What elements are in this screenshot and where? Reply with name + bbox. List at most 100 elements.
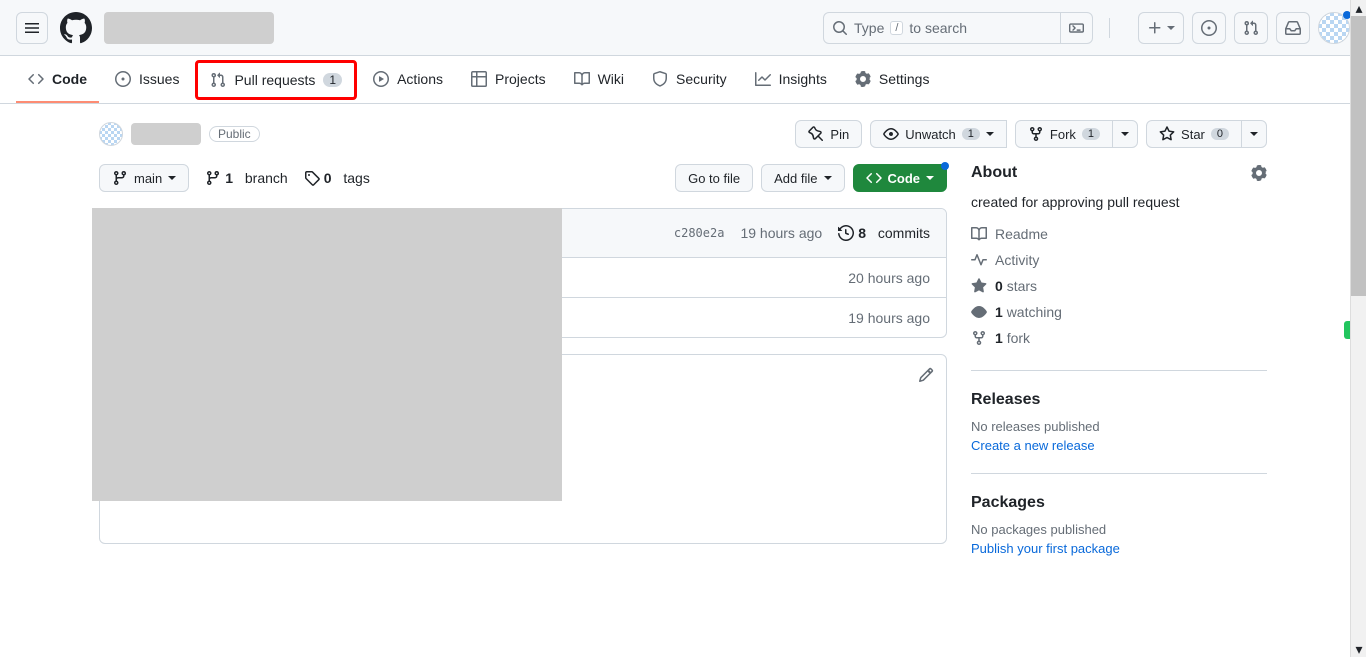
repo-forked-icon bbox=[971, 330, 987, 346]
gear-icon bbox=[855, 71, 871, 87]
tab-pull-requests[interactable]: Pull requests 1 bbox=[195, 60, 357, 100]
git-branch-icon bbox=[205, 170, 221, 186]
star-icon bbox=[971, 278, 987, 294]
search-key-hint: / bbox=[890, 21, 903, 35]
branch-select-button[interactable]: main bbox=[99, 164, 189, 192]
graph-icon bbox=[755, 71, 771, 87]
tag-icon bbox=[304, 170, 320, 186]
search-icon bbox=[832, 20, 848, 36]
repository-nav: Code Issues Pull requests 1 Actions Proj… bbox=[0, 56, 1366, 104]
owner-avatar[interactable] bbox=[99, 122, 123, 146]
forks-link[interactable]: 1 fork bbox=[971, 330, 1267, 346]
tags-link[interactable]: 0 tags bbox=[304, 170, 370, 186]
global-header: Type / to search bbox=[0, 0, 1366, 56]
git-pull-request-icon bbox=[1243, 20, 1259, 36]
issue-opened-icon bbox=[1201, 20, 1217, 36]
branches-link[interactable]: 1 branch bbox=[205, 170, 288, 186]
hamburger-icon bbox=[24, 20, 40, 36]
packages-section: Packages No packages published Publish y… bbox=[971, 473, 1267, 576]
caret-down-icon bbox=[926, 176, 934, 180]
commit-sha[interactable]: c280e2a bbox=[674, 226, 725, 240]
pull-requests-count: 1 bbox=[323, 73, 342, 87]
caret-down-icon bbox=[1250, 132, 1258, 136]
scroll-up-icon[interactable]: ▴ bbox=[1351, 0, 1366, 16]
user-avatar[interactable] bbox=[1318, 12, 1350, 44]
tab-settings[interactable]: Settings bbox=[843, 56, 942, 103]
tab-projects[interactable]: Projects bbox=[459, 56, 558, 103]
scrollbar[interactable]: ▴ ▾ bbox=[1350, 0, 1366, 657]
tab-wiki[interactable]: Wiki bbox=[562, 56, 636, 103]
repo-context-placeholder bbox=[104, 12, 274, 44]
readme-link[interactable]: Readme bbox=[971, 226, 1267, 242]
unwatch-button[interactable]: Unwatch 1 bbox=[870, 120, 1007, 148]
tab-issues[interactable]: Issues bbox=[103, 56, 191, 103]
scroll-thumb[interactable] bbox=[1351, 16, 1366, 296]
visibility-badge: Public bbox=[209, 126, 260, 142]
table-icon bbox=[471, 71, 487, 87]
play-icon bbox=[373, 71, 389, 87]
search-suffix: to search bbox=[909, 20, 967, 36]
command-palette-icon[interactable] bbox=[1060, 13, 1092, 43]
search-prefix: Type bbox=[854, 20, 884, 36]
github-logo-icon[interactable] bbox=[60, 12, 92, 44]
tab-code[interactable]: Code bbox=[16, 56, 99, 103]
create-release-link[interactable]: Create a new release bbox=[971, 438, 1267, 453]
fork-button[interactable]: Fork 1 bbox=[1015, 120, 1113, 148]
pin-button[interactable]: Pin bbox=[795, 120, 862, 148]
nav-menu-button[interactable] bbox=[16, 12, 48, 44]
git-branch-icon bbox=[112, 170, 128, 186]
redacted-overlay bbox=[92, 208, 562, 501]
book-icon bbox=[971, 226, 987, 242]
code-toolbar: main 1 branch 0 tags Go to file Add file bbox=[99, 164, 947, 192]
commit-time[interactable]: 19 hours ago bbox=[740, 225, 822, 241]
caret-down-icon bbox=[1121, 132, 1129, 136]
releases-section: Releases No releases published Create a … bbox=[971, 370, 1267, 473]
add-file-button[interactable]: Add file bbox=[761, 164, 844, 192]
notifications-button[interactable] bbox=[1276, 12, 1310, 44]
code-icon bbox=[866, 170, 882, 186]
separator bbox=[1109, 18, 1110, 38]
plus-icon bbox=[1147, 20, 1163, 36]
fork-dropdown[interactable] bbox=[1112, 120, 1138, 148]
repo-forked-icon bbox=[1028, 126, 1044, 142]
eye-icon bbox=[883, 126, 899, 142]
caret-down-icon bbox=[986, 132, 994, 136]
pencil-icon[interactable] bbox=[918, 367, 934, 383]
star-icon bbox=[1159, 126, 1175, 142]
create-new-button[interactable] bbox=[1138, 12, 1184, 44]
code-icon bbox=[28, 71, 44, 87]
star-button[interactable]: Star 0 bbox=[1146, 120, 1242, 148]
pin-icon bbox=[808, 126, 824, 142]
book-icon bbox=[574, 71, 590, 87]
pulse-icon bbox=[971, 252, 987, 268]
stars-link[interactable]: 0 stars bbox=[971, 278, 1267, 294]
star-dropdown[interactable] bbox=[1241, 120, 1267, 148]
caret-down-icon bbox=[1167, 26, 1175, 30]
tab-insights[interactable]: Insights bbox=[743, 56, 839, 103]
watchers-link[interactable]: 1 watching bbox=[971, 304, 1267, 320]
gear-icon[interactable] bbox=[1251, 165, 1267, 181]
inbox-icon bbox=[1285, 20, 1301, 36]
publish-package-link[interactable]: Publish your first package bbox=[971, 541, 1267, 556]
repo-name-placeholder bbox=[131, 123, 201, 145]
global-search[interactable]: Type / to search bbox=[823, 12, 1093, 44]
caret-down-icon bbox=[168, 176, 176, 180]
go-to-file-button[interactable]: Go to file bbox=[675, 164, 753, 192]
issue-opened-icon bbox=[115, 71, 131, 87]
repo-description: created for approving pull request bbox=[971, 194, 1267, 210]
tab-security[interactable]: Security bbox=[640, 56, 739, 103]
activity-link[interactable]: Activity bbox=[971, 252, 1267, 268]
about-title: About bbox=[971, 164, 1017, 182]
issues-button[interactable] bbox=[1192, 12, 1226, 44]
eye-icon bbox=[971, 304, 987, 320]
git-pull-request-icon bbox=[210, 72, 226, 88]
scroll-down-icon[interactable]: ▾ bbox=[1351, 641, 1366, 657]
shield-icon bbox=[652, 71, 668, 87]
sidebar: About created for approving pull request… bbox=[971, 164, 1267, 576]
history-icon bbox=[838, 225, 854, 241]
page-marker bbox=[1344, 321, 1350, 339]
tab-actions[interactable]: Actions bbox=[361, 56, 455, 103]
commits-link[interactable]: 8 commits bbox=[838, 225, 930, 241]
code-button[interactable]: Code bbox=[853, 164, 948, 192]
pull-requests-button[interactable] bbox=[1234, 12, 1268, 44]
